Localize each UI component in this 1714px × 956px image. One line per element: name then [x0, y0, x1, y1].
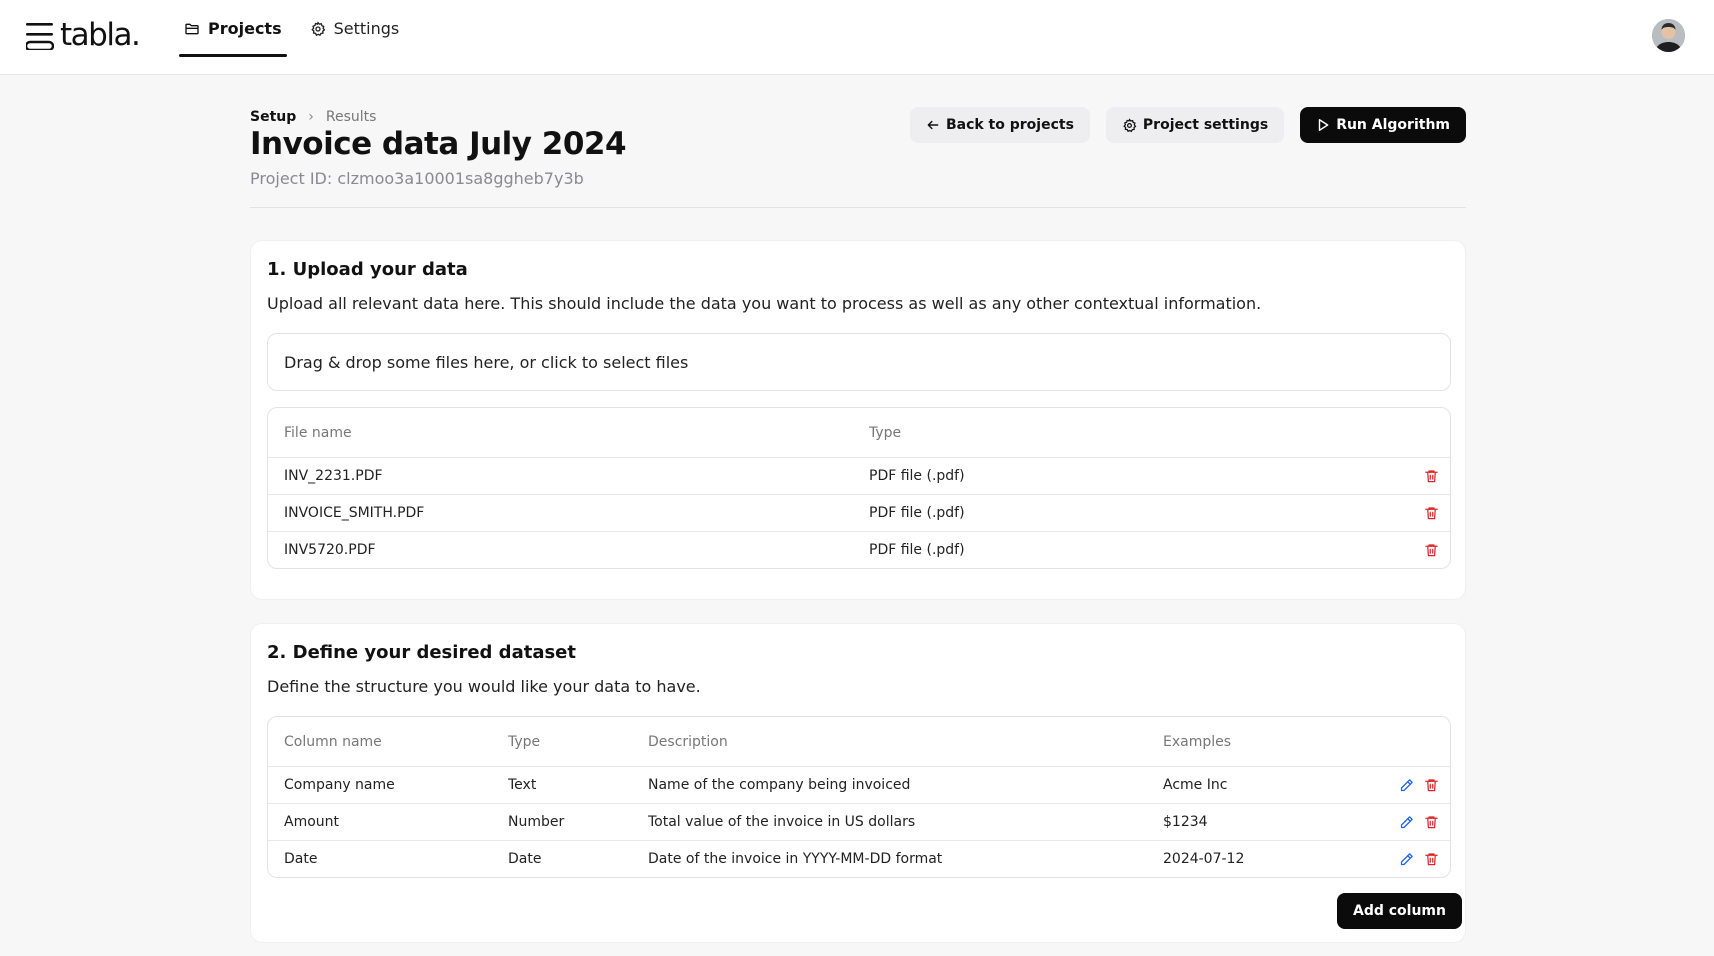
upload-section: 1. Upload your data Upload all relevant …: [250, 240, 1466, 600]
column-example: Acme Inc: [1163, 777, 1228, 793]
table-header: File name Type: [268, 408, 1450, 457]
trash-icon: [1425, 544, 1438, 557]
folder-icon: [185, 23, 199, 34]
logo[interactable]: tabla.: [26, 17, 141, 53]
run-algorithm-button[interactable]: Run Algorithm: [1300, 107, 1466, 143]
column-description: Date of the invoice in YYYY-MM-DD format: [648, 851, 943, 867]
add-column-button[interactable]: Add column: [1337, 893, 1462, 929]
file-type: PDF file (.pdf): [869, 542, 965, 558]
column-name: Amount: [284, 814, 340, 830]
project-settings-label: Project settings: [1142, 117, 1269, 133]
file-dropzone[interactable]: Drag & drop some files here, or click to…: [267, 333, 1451, 391]
logo-text: tabla.: [60, 17, 141, 53]
table-row: Amount Number Total value of the invoice…: [268, 803, 1450, 840]
dataset-description: Define the structure you would like your…: [267, 677, 701, 696]
upload-description: Upload all relevant data here. This shou…: [267, 294, 1262, 313]
header-type: Type: [508, 733, 541, 750]
trash-icon: [1425, 470, 1438, 483]
user-avatar-icon: [1652, 19, 1685, 52]
header-column-name: Column name: [284, 733, 382, 750]
chevron-right-icon: ›: [308, 109, 314, 125]
upload-title: 1. Upload your data: [267, 259, 468, 280]
header-file-name: File name: [284, 424, 352, 441]
trash-icon: [1425, 507, 1438, 520]
nav-projects-label: Projects: [208, 19, 282, 38]
header-description: Description: [648, 733, 728, 750]
delete-file-button[interactable]: [1424, 458, 1439, 494]
page-title: Invoice data July 2024: [250, 126, 627, 162]
column-type: Date: [508, 851, 542, 867]
table-header: Column name Type Description Examples: [268, 717, 1450, 766]
edit-column-button[interactable]: [1399, 767, 1414, 803]
gear-icon: [1123, 117, 1137, 132]
column-example: $1234: [1163, 814, 1208, 830]
file-name: INV_2231.PDF: [284, 468, 383, 484]
file-name: INV5720.PDF: [284, 542, 376, 558]
trash-icon: [1425, 779, 1438, 792]
run-algorithm-label: Run Algorithm: [1336, 117, 1450, 133]
columns-table: Column name Type Description Examples Co…: [267, 716, 1451, 878]
file-type: PDF file (.pdf): [869, 505, 965, 521]
top-navbar: tabla. Projects Settings: [0, 0, 1714, 75]
arrow-left-icon: [927, 120, 939, 130]
avatar[interactable]: [1652, 19, 1685, 52]
dropzone-label: Drag & drop some files here, or click to…: [284, 352, 689, 372]
delete-column-button[interactable]: [1424, 804, 1439, 840]
delete-file-button[interactable]: [1424, 495, 1439, 531]
add-column-label: Add column: [1353, 903, 1446, 919]
table-row: INVOICE_SMITH.PDF PDF file (.pdf): [268, 494, 1450, 531]
breadcrumb-results[interactable]: Results: [326, 109, 377, 125]
play-icon: [1318, 119, 1329, 131]
project-id: Project ID: clzmoo3a10001sa8ggheb7y3b: [250, 169, 584, 188]
main-nav: Projects Settings: [179, 0, 422, 75]
column-example: 2024-07-12: [1163, 851, 1245, 867]
column-name: Company name: [284, 777, 395, 793]
pencil-icon: [1400, 778, 1413, 791]
dataset-section: 2. Define your desired dataset Define th…: [250, 623, 1466, 943]
column-name: Date: [284, 851, 318, 867]
trash-icon: [1425, 853, 1438, 866]
edit-column-button[interactable]: [1399, 804, 1414, 840]
menu-icon[interactable]: [26, 20, 54, 50]
nav-settings[interactable]: Settings: [305, 0, 405, 57]
delete-column-button[interactable]: [1424, 841, 1439, 877]
files-table: File name Type INV_2231.PDF PDF file (.p…: [267, 407, 1451, 569]
project-settings-button[interactable]: Project settings: [1105, 107, 1285, 143]
nav-projects[interactable]: Projects: [179, 0, 287, 57]
edit-column-button[interactable]: [1399, 841, 1414, 877]
header-examples: Examples: [1163, 733, 1232, 750]
header-actions: Back to projects Project settings Run Al…: [909, 107, 1466, 143]
header-type: Type: [869, 424, 902, 441]
back-to-projects-label: Back to projects: [945, 117, 1074, 133]
page-header: Setup › Results Invoice data July 2024 P…: [250, 100, 1466, 208]
trash-icon: [1425, 816, 1438, 829]
breadcrumb-setup[interactable]: Setup: [250, 109, 296, 125]
gear-icon: [310, 20, 325, 36]
pencil-icon: [1400, 815, 1413, 828]
back-to-projects-button[interactable]: Back to projects: [909, 107, 1090, 143]
column-description: Total value of the invoice in US dollars: [648, 814, 916, 830]
delete-column-button[interactable]: [1424, 767, 1439, 803]
column-type: Number: [508, 814, 565, 830]
table-row: INV_2231.PDF PDF file (.pdf): [268, 457, 1450, 494]
delete-file-button[interactable]: [1424, 532, 1439, 568]
column-description: Name of the company being invoiced: [648, 777, 911, 793]
table-row: Company name Text Name of the company be…: [268, 766, 1450, 803]
file-name: INVOICE_SMITH.PDF: [284, 505, 425, 521]
dataset-title: 2. Define your desired dataset: [267, 642, 576, 663]
table-row: INV5720.PDF PDF file (.pdf): [268, 531, 1450, 568]
pencil-icon: [1400, 852, 1413, 865]
column-type: Text: [508, 777, 537, 793]
nav-settings-label: Settings: [333, 19, 400, 38]
file-type: PDF file (.pdf): [869, 468, 965, 484]
table-row: Date Date Date of the invoice in YYYY-MM…: [268, 840, 1450, 877]
